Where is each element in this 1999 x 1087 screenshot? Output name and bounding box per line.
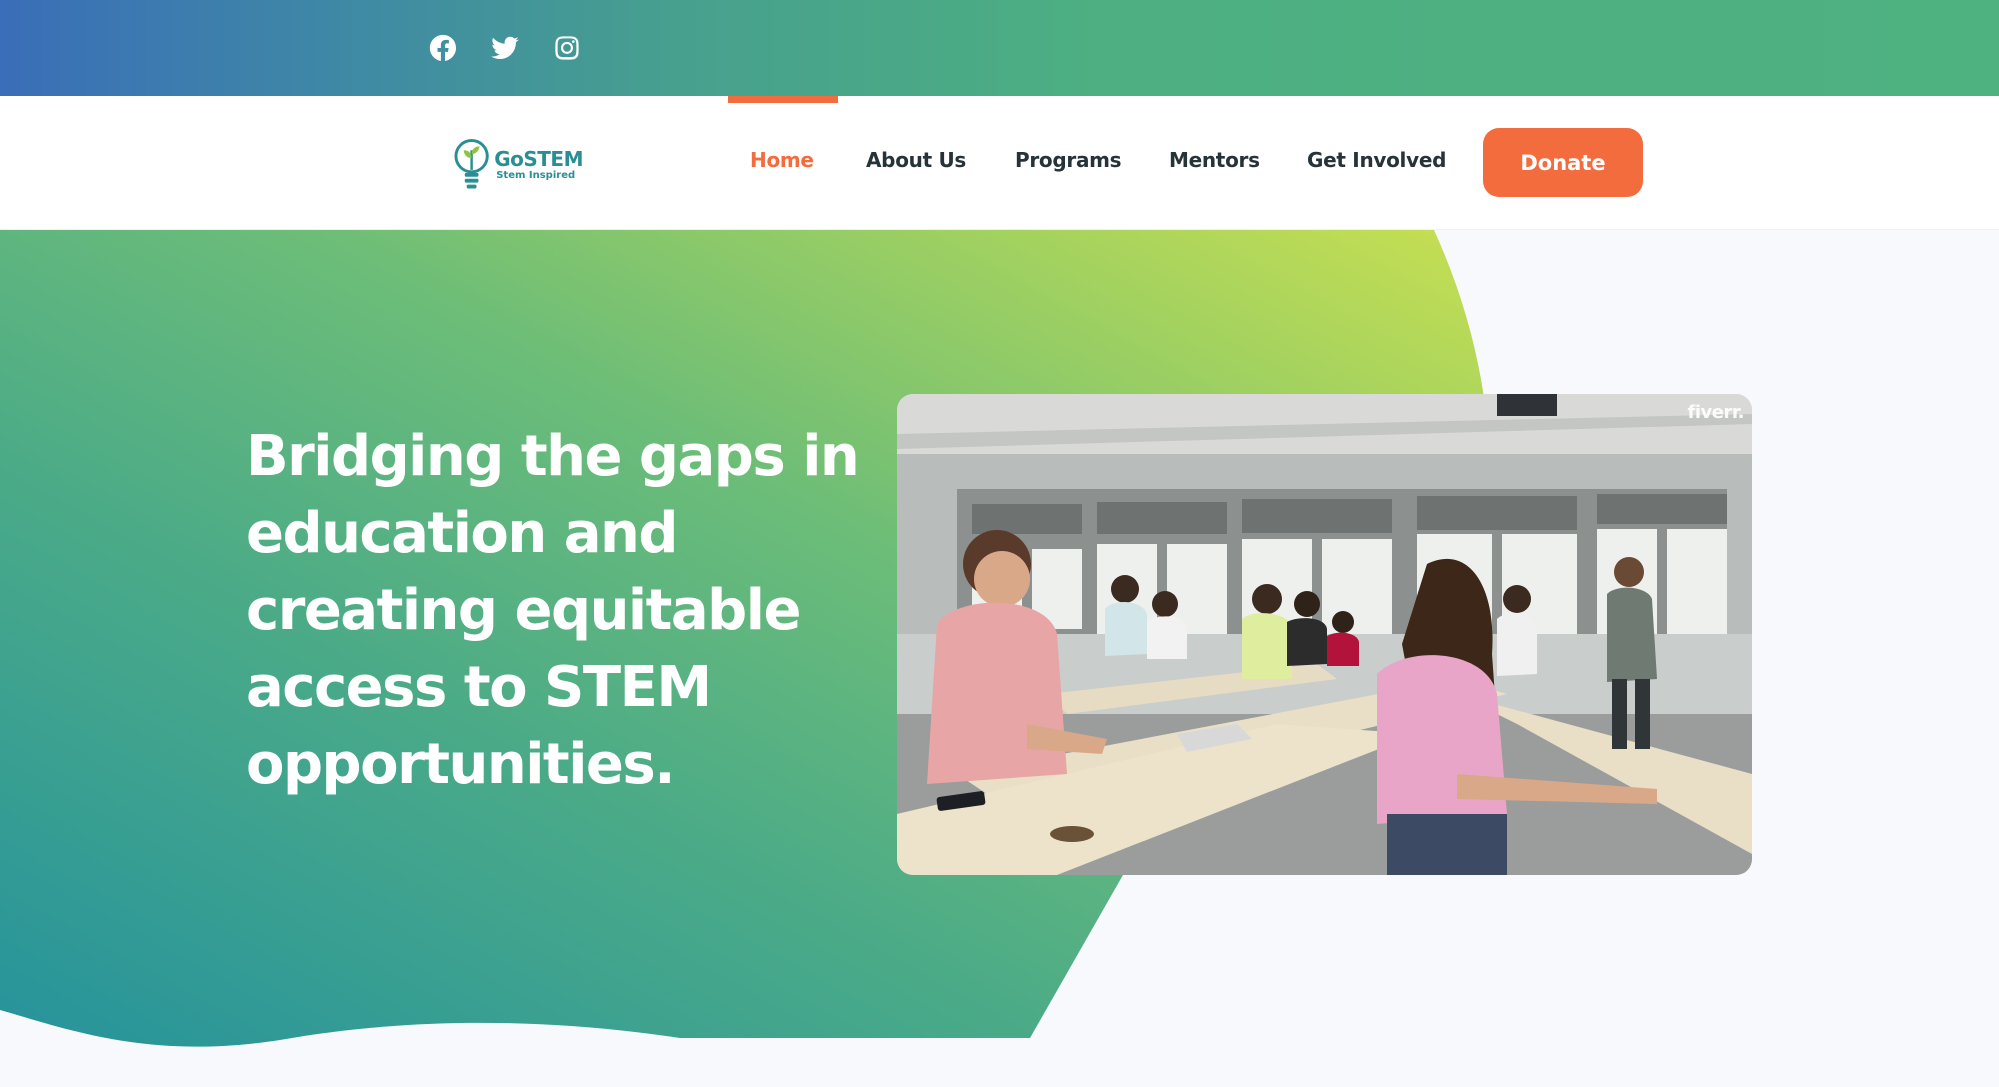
brand-tagline: Stem Inspired	[496, 170, 576, 181]
hero-heading: Bridging the gaps in education and creat…	[246, 418, 866, 803]
donate-button[interactable]: Donate	[1483, 128, 1643, 197]
nav-mentors[interactable]: Mentors	[1169, 148, 1260, 172]
twitter-icon[interactable]	[487, 30, 523, 66]
active-nav-indicator	[728, 96, 838, 103]
nav-get-involved[interactable]: Get Involved	[1307, 148, 1446, 172]
facebook-icon[interactable]	[425, 30, 461, 66]
nav-programs[interactable]: Programs	[1015, 148, 1122, 172]
hero-heading-line: creating equitable	[246, 578, 801, 643]
classroom-photo: fiverr.	[897, 394, 1752, 875]
instagram-icon[interactable]	[549, 30, 585, 66]
hero-heading-line: Bridging the gaps in	[246, 424, 860, 489]
hero-heading-line: opportunities.	[246, 732, 675, 797]
classroom-illustration	[897, 394, 1752, 875]
hero-heading-line: access to STEM	[246, 655, 712, 720]
nav-home[interactable]: Home	[750, 148, 814, 172]
gostem-logo[interactable]: GoSTEM Stem Inspired	[453, 136, 583, 194]
main-navbar: GoSTEM Stem Inspired Home About Us Progr…	[0, 96, 1999, 230]
social-top-bar	[0, 0, 1999, 96]
nav-about-us[interactable]: About Us	[866, 148, 966, 172]
lightbulb-icon	[454, 139, 489, 189]
brand-name: GoSTEM	[494, 147, 583, 171]
hero-heading-line: education and	[246, 501, 678, 566]
image-watermark: fiverr.	[1687, 402, 1745, 423]
